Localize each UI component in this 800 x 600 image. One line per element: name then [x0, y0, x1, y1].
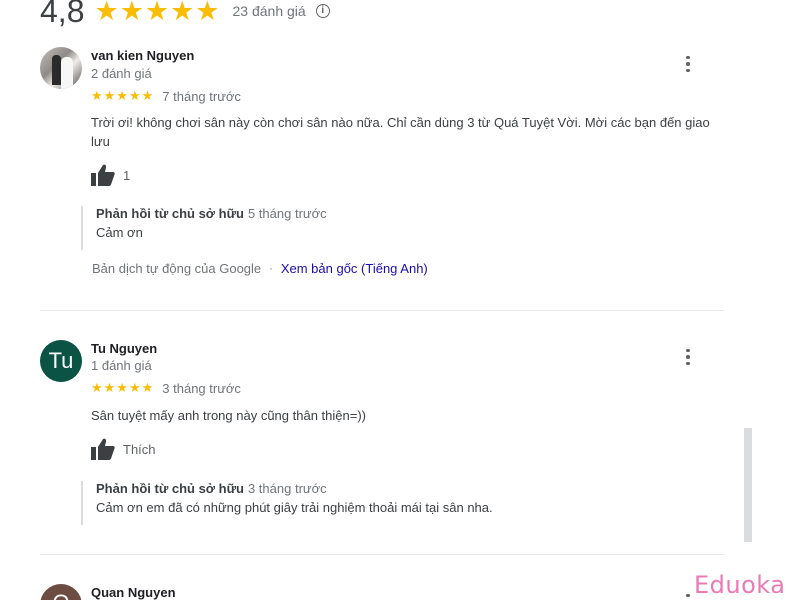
thumbs-up-icon: [91, 164, 115, 186]
review-divider: [40, 554, 724, 555]
more-options-icon[interactable]: [682, 54, 694, 74]
see-original-link[interactable]: Xem bản gốc (Tiếng Anh): [281, 261, 428, 276]
review-time: 3 tháng trước: [162, 380, 241, 396]
review-rating: ★★★★★ 3 tháng trước: [91, 380, 241, 396]
watermark-logo: Eduoka: [694, 571, 786, 599]
reply-time: 5 tháng trước: [247, 206, 327, 221]
owner-reply: Phản hồi từ chủ sở hữu 3 tháng trước Cảm …: [81, 481, 681, 525]
reply-text: Cảm ơn em đã có những phút giây trải ngh…: [96, 500, 493, 515]
review-divider: [40, 310, 724, 311]
review-text: Trời ơi! không chơi sân này còn chơi sân…: [91, 115, 710, 149]
review-stars: ★★★★★: [91, 380, 155, 395]
like-count: 1: [123, 167, 131, 183]
review-text: Sân tuyệt mấy anh trong này cũng thân th…: [91, 408, 366, 423]
avatar[interactable]: Tu: [40, 340, 82, 382]
like-button[interactable]: 1: [91, 164, 130, 186]
review-time: 7 tháng trước: [162, 88, 241, 104]
thumbs-up-icon: [91, 438, 115, 460]
summary-stars: ★★★★★: [94, 0, 221, 26]
scrollbar-thumb[interactable]: [744, 428, 752, 542]
review-author[interactable]: van kien Nguyen: [91, 48, 194, 63]
separator-dot: ·: [269, 262, 273, 275]
rating-summary: 4,8 ★★★★★ 23 đánh giá i: [40, 0, 330, 30]
owner-reply: Phản hồi từ chủ sở hữu 5 tháng trước Cảm …: [81, 206, 681, 250]
review-count[interactable]: 23 đánh giá: [233, 3, 306, 19]
avatar[interactable]: [40, 47, 82, 89]
review-author-meta[interactable]: 1 đánh giá: [91, 358, 152, 373]
review-author-meta[interactable]: 2 đánh giá: [91, 66, 152, 81]
average-score: 4,8: [40, 0, 85, 29]
more-options-icon[interactable]: [682, 592, 694, 600]
reply-title: Phản hồi từ chủ sở hữu: [96, 206, 244, 221]
like-label: Thích: [123, 441, 156, 457]
review-author[interactable]: Quan Nguyen: [91, 585, 176, 600]
review-stars: ★★★★★: [91, 88, 155, 103]
like-button[interactable]: Thích: [91, 438, 156, 460]
reply-title: Phản hồi từ chủ sở hữu: [96, 481, 244, 496]
review-author[interactable]: Tu Nguyen: [91, 341, 157, 356]
review-rating: ★★★★★ 7 tháng trước: [91, 88, 241, 104]
translation-row: Bản dịch tự động của Google · Xem bản gố…: [92, 261, 428, 276]
translation-note: Bản dịch tự động của Google: [92, 261, 262, 276]
reply-text: Cảm ơn: [96, 225, 143, 240]
avatar[interactable]: Q: [40, 584, 82, 600]
more-options-icon[interactable]: [682, 347, 694, 367]
reply-time: 3 tháng trước: [247, 481, 327, 496]
info-icon[interactable]: i: [315, 4, 330, 18]
